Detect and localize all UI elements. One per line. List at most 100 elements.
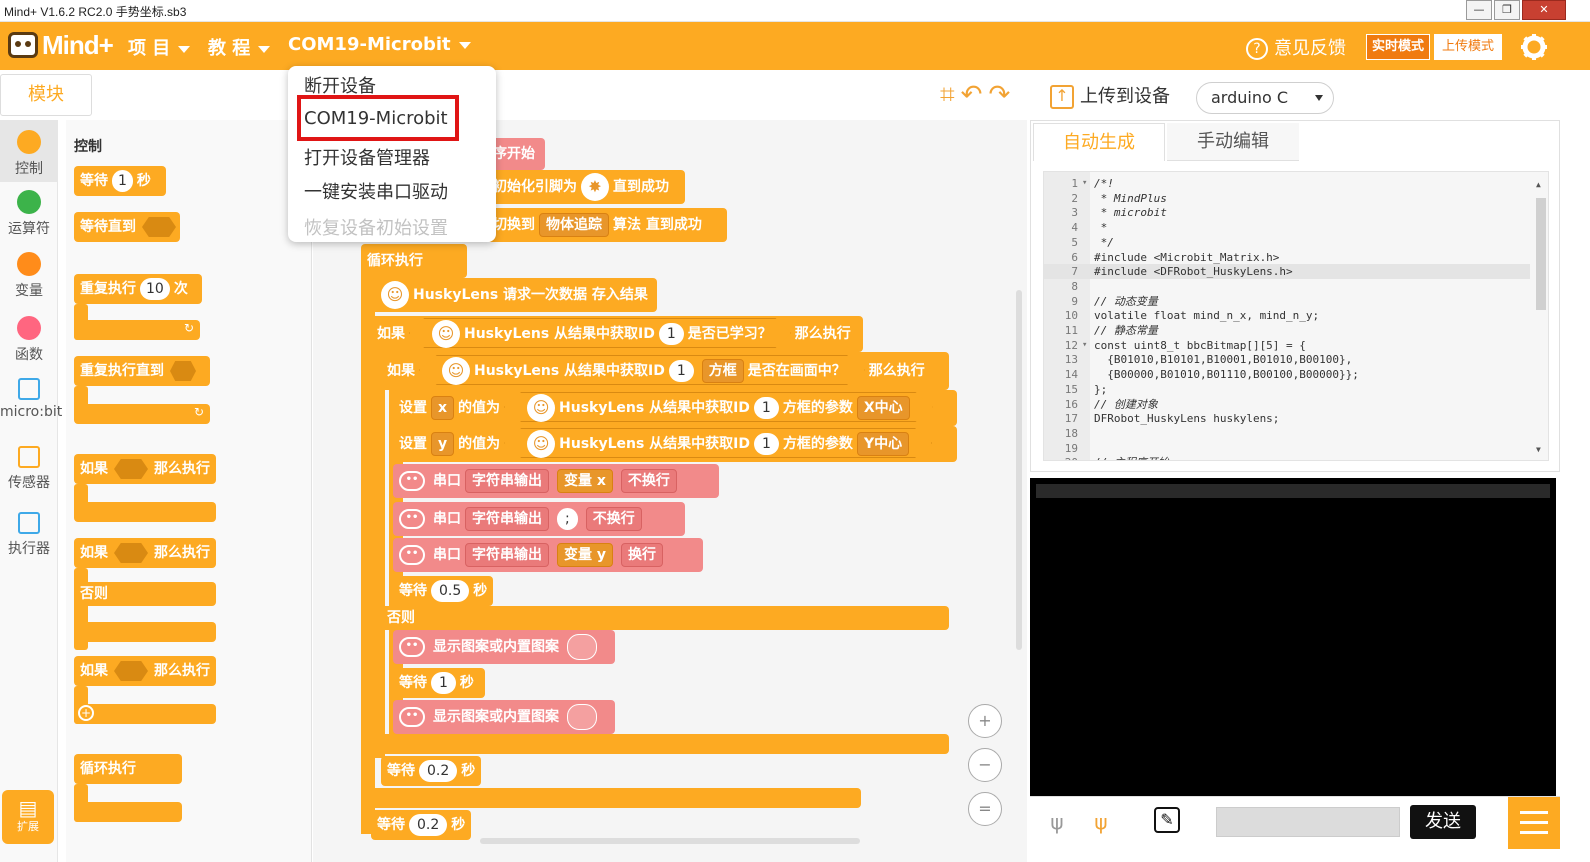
set-y-block[interactable]: 设置 y 的值为 ☺ HuskyLens 从结果中获取ID 1 方框的参数 Y中心 [393,426,957,462]
led-matrix-heart-icon[interactable] [567,634,597,660]
undo-icon[interactable]: ↶ [961,80,989,110]
string-output-dropdown[interactable]: 字符串输出 [465,469,549,493]
variable-x-reporter[interactable]: 变量 x [557,469,613,493]
tab-manual-edit[interactable]: 手动编辑 [1167,123,1299,161]
code-line: 14 {B00000,B01010,B01110,B00100,B00000}}… [1044,367,1359,382]
code-line: 13 {B01010,B10101,B10001,B01010,B00100}, [1044,352,1353,367]
workspace-vertical-scrollbar[interactable] [1016,290,1022,650]
restore-button[interactable]: ❐ [1494,0,1520,20]
y-center-dropdown[interactable]: Y中心 [856,432,910,456]
code-text: // 创建对象 [1094,397,1158,411]
serial-monitor-output [1030,478,1556,796]
forever-block[interactable]: 循环执行 [361,244,467,278]
husky-request-block[interactable]: ☺ HuskyLens 请求一次数据 存入结果 [371,278,657,312]
string-output-dropdown[interactable]: 字符串输出 [465,543,549,567]
palette-wait-block[interactable]: 等待 1 秒 [74,166,166,196]
var-y-dropdown[interactable]: y [431,432,455,456]
husky-init-block[interactable]: 初始化引脚为 ✸ 直到成功 [487,170,685,204]
code-text: {B00000,B01010,B01110,B00100,B00000}}; [1094,368,1359,382]
list-menu-icon[interactable] [1508,797,1560,849]
palette-wait-until-block[interactable]: 等待直到 [74,212,180,242]
palette-if-block[interactable]: 如果 那么执行 [74,454,216,484]
upload-mode-button[interactable]: 上传模式 [1434,34,1502,60]
line-number: 16 [1064,397,1078,411]
close-button[interactable]: ✕ [1522,0,1566,20]
category-actuators[interactable]: 执行器 [0,512,58,558]
variable-y-reporter[interactable]: 变量 y [557,543,613,567]
category-variables[interactable]: 变量 [0,252,58,300]
pin-icon[interactable]: ✸ [581,173,609,201]
category-sensors[interactable]: 传感器 [0,446,58,492]
serial-out-y-block[interactable]: •• 串口 字符串输出 变量 y 换行 [393,538,703,572]
palette-forever-block[interactable]: 循环执行 [74,754,182,784]
newline-dropdown[interactable]: 换行 [621,543,663,567]
show-pattern-small-block[interactable]: •• 显示图案或内置图案 [393,700,615,734]
menu-tutorial[interactable]: 教 程 [208,34,271,60]
realtime-mode-button[interactable]: 实时模式 [1366,34,1430,60]
code-scrollbar[interactable]: ▲ ▼ [1534,180,1546,454]
redo-icon[interactable]: ↷ [988,80,1016,110]
modules-tab[interactable]: 模块 [0,74,92,116]
category-microbit[interactable]: micro:bit [0,378,62,420]
serial-out-semicolon-block[interactable]: •• 串口 字符串输出; 不换行 [393,502,685,536]
extensions-button[interactable]: ▤ 扩展 [2,790,54,844]
x-center-dropdown[interactable]: X中心 [856,396,910,420]
serial-out-x-block[interactable]: •• 串口 字符串输出 变量 x 不换行 [393,464,719,498]
gear-icon[interactable] [1520,33,1548,61]
usb-active-icon[interactable]: ψ [1086,807,1116,837]
open-device-manager-item[interactable]: 打开设备管理器 [304,144,430,170]
serial-send-input[interactable] [1216,807,1400,837]
wait-02-outer-block[interactable]: 等待 0.2 秒 [371,810,471,840]
crop-icon[interactable]: ⌗ [940,80,961,110]
if-learned-block[interactable]: 如果 ☺ HuskyLens 从结果中获取ID 1 是否已学习？ 那么执行 [371,316,863,352]
chevron-down-icon [458,41,471,49]
category-functions[interactable]: 函数 [0,316,58,364]
scroll-down-icon[interactable]: ▼ [1536,445,1541,454]
palette-if-plus-block[interactable]: 如果 那么执行 [74,656,216,686]
wait-1-block[interactable]: 等待 1 秒 [393,668,485,698]
tab-auto-generate[interactable]: 自动生成 [1033,123,1165,161]
var-x-dropdown[interactable]: x [431,396,455,420]
menu-project[interactable]: 项 目 [128,34,191,60]
zoom-reset-icon[interactable]: = [968,792,1002,826]
palette-repeat-until-block[interactable]: 重复执行直到 [74,356,210,386]
zoom-out-icon[interactable]: − [968,748,1002,782]
code-text: // 动态变量 [1094,294,1158,308]
feedback-link[interactable]: ? 意见反馈 [1246,34,1346,60]
show-pattern-heart-block[interactable]: •• 显示图案或内置图案 [393,630,615,664]
if-in-screen-block[interactable]: 如果 ☺ HuskyLens 从结果中获取ID 1 方框 是否在画面中？ 那么执行 [381,352,949,390]
send-button[interactable]: 发送 [1410,805,1476,839]
line-number: 12 [1064,338,1078,352]
minimize-button[interactable]: — [1466,0,1492,20]
menu-device-connection[interactable]: COM19-Microbit [288,34,471,55]
usb-icon[interactable]: ψ [1042,807,1072,837]
newline-dropdown[interactable]: 不换行 [585,507,642,531]
husky-algo-block[interactable]: 切换到 物体追踪 算法 直到成功 [487,208,727,242]
fold-arrow-icon[interactable]: ▾ [1082,176,1087,191]
string-output-dropdown[interactable]: 字符串输出 [465,507,549,531]
fold-arrow-icon[interactable]: ▾ [1082,338,1087,353]
install-serial-driver-item[interactable]: 一键安装串口驱动 [304,178,448,204]
language-select[interactable]: arduino C [1196,82,1334,114]
box-dropdown[interactable]: 方框 [701,359,744,383]
scroll-up-icon[interactable]: ▲ [1536,180,1541,189]
code-scroll-thumb[interactable] [1536,198,1546,310]
newline-dropdown[interactable]: 不换行 [620,469,677,493]
algorithm-dropdown[interactable]: 物体追踪 [539,213,609,237]
wait-05-block[interactable]: 等待 0.5 秒 [393,576,493,606]
add-branch-icon[interactable]: + [78,705,94,721]
clear-output-icon[interactable]: ✎ [1154,807,1180,833]
led-matrix-small-icon[interactable] [567,704,597,730]
palette-repeat-block[interactable]: 重复执行 10 次 [74,274,202,304]
category-control[interactable]: 控制 [0,120,58,182]
chevron-down-icon [258,45,271,53]
palette-if-else-block[interactable]: 如果 那么执行 [74,538,216,568]
category-operators[interactable]: 运算符 [0,190,58,238]
zoom-in-icon[interactable]: + [968,704,1002,738]
workspace-horizontal-scrollbar[interactable] [480,838,860,844]
wait-02-block[interactable]: 等待 0.2 秒 [381,756,481,786]
code-editor[interactable]: 1 ▾/*! 2 * MindPlus 3 * microbit 4 * 5 */6 #in… [1043,171,1549,461]
serial-icon: •• [399,471,425,491]
upload-to-device-button[interactable]: ↑ 上传到设备 [1050,82,1170,109]
set-x-block[interactable]: 设置 x 的值为 ☺ HuskyLens 从结果中获取ID 1 方框的参数 X中心 [393,390,957,426]
